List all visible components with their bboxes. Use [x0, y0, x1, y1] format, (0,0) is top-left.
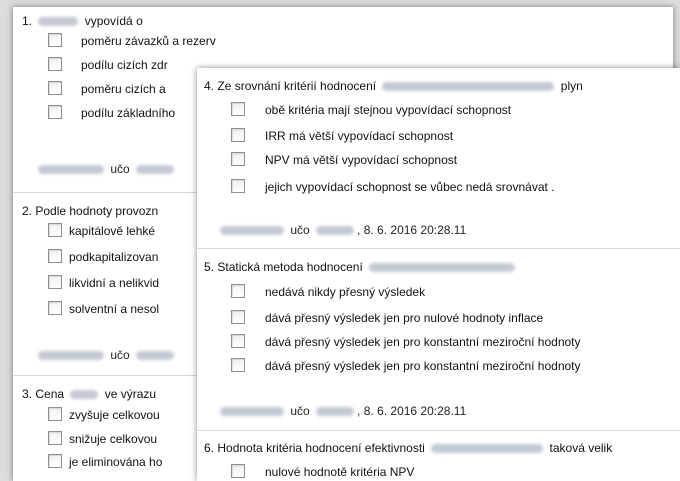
question-3-title-suffix: ve výrazu — [104, 387, 157, 401]
question-1-title: 1. vypovídá o — [22, 14, 143, 28]
checkbox[interactable] — [231, 102, 245, 116]
question-4-title-suffix: plyn — [560, 79, 583, 93]
checkbox[interactable] — [48, 301, 62, 315]
question-3-number: 3. — [22, 387, 33, 401]
checkbox[interactable] — [48, 33, 62, 47]
option-label: podílu cizích zdr — [81, 58, 168, 72]
question-4-author: učo , 8. 6. 2016 20:28.11 — [217, 223, 466, 237]
question-2-title: 2. Podle hodnoty provozn — [22, 204, 158, 218]
uco-label: učo — [110, 348, 130, 362]
redacted-text — [369, 263, 516, 273]
redacted-text — [220, 226, 284, 236]
checkbox[interactable] — [231, 358, 245, 372]
uco-label: učo — [290, 404, 310, 418]
checkbox[interactable] — [231, 128, 245, 142]
checkbox[interactable] — [48, 249, 62, 263]
question-2-number: 2. — [22, 204, 33, 218]
question-3-title-text: Cena — [35, 387, 65, 401]
uco-label: učo — [290, 223, 310, 237]
checkbox[interactable] — [48, 431, 62, 445]
option-label: dává přesný výsledek jen pro konstantní … — [265, 359, 581, 373]
question-4-timestamp: , 8. 6. 2016 20:28.11 — [357, 223, 467, 237]
question-3-title: 3. Cena ve výrazu — [22, 387, 156, 401]
question-6-title-text: Hodnota kritéria hodnocení efektivnosti — [217, 441, 425, 455]
redacted-text — [38, 17, 79, 27]
question-4-title: 4. Ze srovnání kritérií hodnocení plyn — [204, 79, 583, 93]
question-6-title-suffix: taková velik — [549, 441, 613, 455]
separator — [197, 248, 680, 249]
question-5-title: 5. Statická metoda hodnocení — [204, 260, 518, 274]
checkbox[interactable] — [48, 105, 62, 119]
option-label: likvidní a nelikvid — [69, 276, 160, 290]
redacted-text — [38, 165, 104, 175]
option-label: je eliminována ho — [69, 455, 163, 469]
uco-label: učo — [110, 162, 130, 176]
question-1-number: 1. — [22, 14, 33, 28]
checkbox[interactable] — [48, 454, 62, 468]
question-5-timestamp: , 8. 6. 2016 20:28.11 — [357, 404, 467, 418]
checkbox[interactable] — [231, 179, 245, 193]
question-2-author: učo — [35, 348, 177, 362]
redacted-text — [431, 444, 544, 454]
redacted-text — [220, 407, 284, 417]
checkbox[interactable] — [48, 81, 62, 95]
option-label: poměru cizích a — [81, 82, 166, 96]
checkbox[interactable] — [48, 57, 62, 71]
redacted-text — [136, 165, 175, 175]
checkbox[interactable] — [48, 275, 62, 289]
question-6-title: 6. Hodnota kritéria hodnocení efektivnos… — [204, 441, 612, 455]
option-label: poměru závazků a rezerv — [81, 34, 216, 48]
option-label: kapitálově lehké — [69, 224, 156, 238]
question-5-author: učo , 8. 6. 2016 20:28.11 — [217, 404, 466, 418]
question-1-author: učo — [35, 162, 177, 176]
checkbox[interactable] — [231, 310, 245, 324]
option-label: zvyšuje celkovou — [69, 408, 160, 422]
option-label: podílu základního — [81, 106, 176, 120]
front-quiz-panel: 4. Ze srovnání kritérií hodnocení plyn o… — [197, 68, 680, 481]
option-label: dává přesný výsledek jen pro nulové hodn… — [265, 311, 544, 325]
option-label: nulové hodnotě kritéria NPV — [265, 465, 415, 479]
question-5-number: 5. — [204, 260, 215, 274]
question-4-title-text: Ze srovnání kritérií hodnocení — [217, 79, 377, 93]
question-2-title-text: Podle hodnoty provozn — [35, 204, 159, 218]
option-label: nedává nikdy přesný výsledek — [265, 285, 426, 299]
redacted-text — [70, 390, 99, 400]
question-6-number: 6. — [204, 441, 215, 455]
checkbox[interactable] — [48, 223, 62, 237]
option-label: obě kritéria mají stejnou vypovídací sch… — [265, 103, 512, 117]
option-label: IRR má větší vypovídací schopnost — [265, 129, 454, 143]
separator — [197, 430, 680, 431]
checkbox[interactable] — [48, 407, 62, 421]
redacted-text — [316, 407, 355, 417]
checkbox[interactable] — [231, 152, 245, 166]
redacted-text — [136, 351, 175, 361]
option-label: NPV má větší vypovídací schopnost — [265, 153, 458, 167]
question-4-number: 4. — [204, 79, 215, 93]
checkbox[interactable] — [231, 464, 245, 478]
redacted-text — [382, 82, 555, 92]
redacted-text — [38, 351, 104, 361]
option-label: podkapitalizovan — [69, 250, 159, 264]
option-label: snižuje celkovou — [69, 432, 158, 446]
redacted-text — [316, 226, 355, 236]
checkbox[interactable] — [231, 334, 245, 348]
question-5-title-text: Statická metoda hodnocení — [217, 260, 363, 274]
option-label: jejich vypovídací schopnost se vůbec ned… — [265, 180, 555, 194]
question-1-title-suffix: vypovídá o — [84, 14, 143, 28]
option-label: dává přesný výsledek jen pro konstantní … — [265, 335, 581, 349]
option-label: solventní a nesol — [69, 302, 160, 316]
checkbox[interactable] — [231, 284, 245, 298]
